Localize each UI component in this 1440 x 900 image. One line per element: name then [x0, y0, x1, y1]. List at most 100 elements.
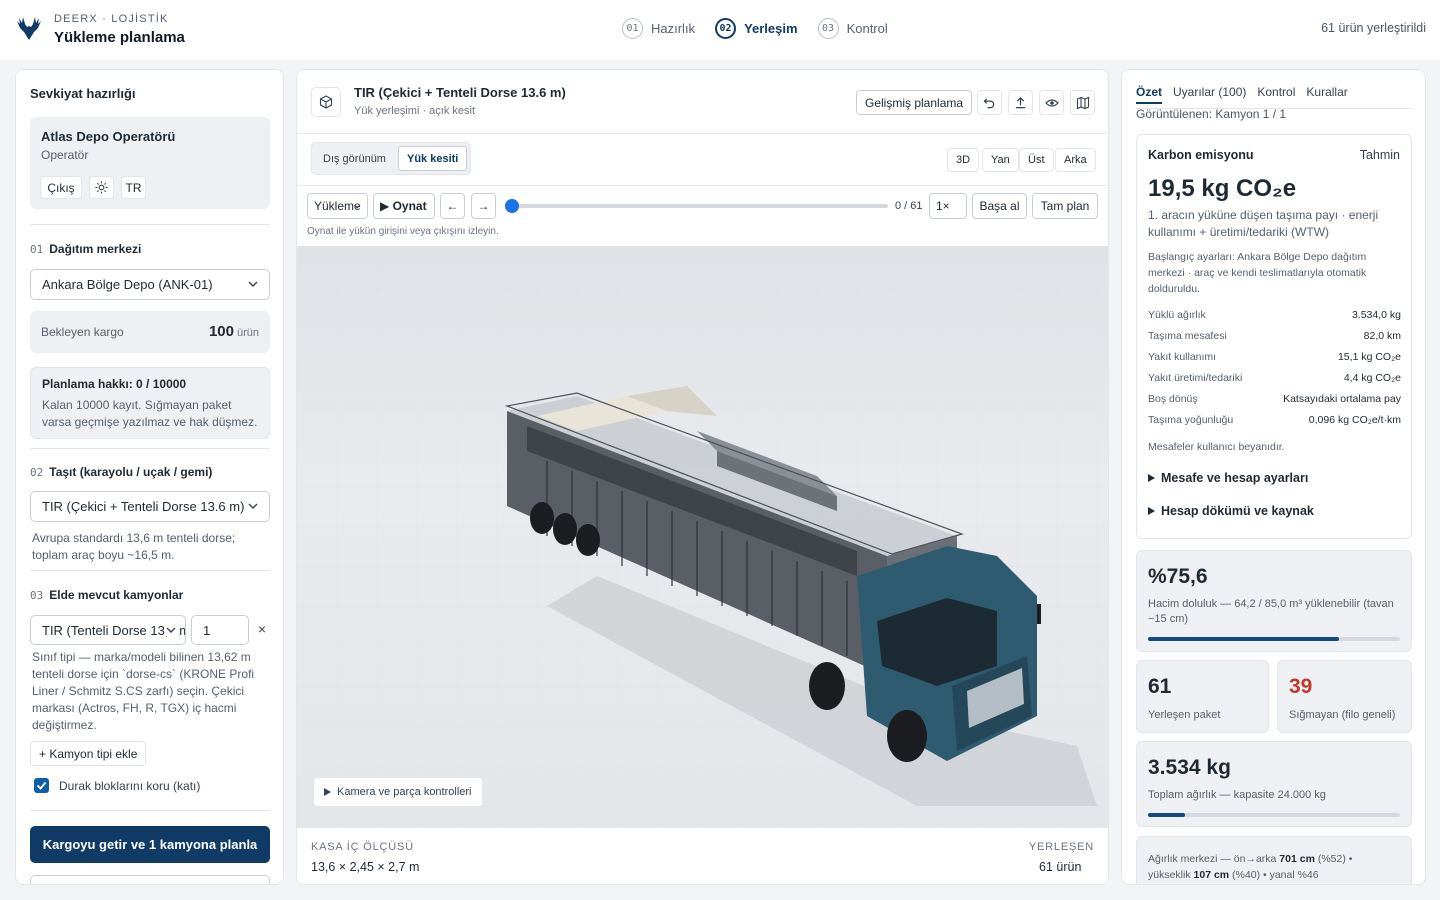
section-number: 02	[30, 466, 44, 479]
inner-dimensions-label: KASA İÇ ÖLÇÜSÜ	[311, 841, 414, 853]
carbon-row: Yüklü ağırlık 3.534,0 kg	[1148, 309, 1401, 321]
step-kontrol[interactable]: 03 Kontrol	[817, 18, 888, 39]
tab-warnings[interactable]: Uyarılar (100)	[1173, 85, 1246, 104]
section-label: Elde mevcut kamyonlar	[49, 588, 184, 602]
playback-slider[interactable]	[511, 204, 888, 208]
section-label: Taşıt (karayolu / uçak / gemi)	[49, 465, 213, 479]
tab-rules[interactable]: Kurallar	[1306, 85, 1347, 104]
cog-text: (%40) • yanal %46	[1229, 869, 1319, 881]
camera-controls-label: Kamera ve parça kontrolleri	[337, 786, 472, 798]
map-button[interactable]	[1070, 90, 1095, 115]
full-plan-button[interactable]: Tam plan	[1032, 193, 1098, 219]
language-button[interactable]: TR	[121, 176, 146, 199]
step-yerlesim[interactable]: 02 Yerleşim	[715, 18, 798, 39]
chevron-down-icon	[248, 281, 258, 287]
weight-bar-fill	[1148, 813, 1186, 817]
playback-slider-handle[interactable]	[505, 199, 519, 213]
undo-icon	[983, 98, 995, 109]
waiting-cargo-label: Bekleyen kargo	[41, 325, 124, 339]
divider	[30, 810, 270, 811]
truck-3d-render	[297, 246, 1108, 827]
exterior-view-option[interactable]: Dış görünüm	[315, 146, 394, 171]
deer-logo-icon	[17, 17, 41, 40]
play-button[interactable]: ▶ Oynat	[373, 193, 435, 219]
plan-quota-desc: Kalan 10000 kayıt. Sığmayan paket varsa …	[42, 398, 258, 429]
map-icon	[1076, 96, 1089, 109]
logout-button[interactable]: Çıkış	[40, 176, 82, 199]
vehicle-subtitle: Yük yerleşimi · açık kesit	[354, 105, 476, 117]
distribution-center-select[interactable]: Ankara Bölge Depo (ANK-01)	[30, 269, 270, 300]
cog-text: yükseklik	[1148, 869, 1194, 881]
view-top-button[interactable]: Üst	[1019, 148, 1054, 172]
operator-card: Atlas Depo Operatörü Operatör Çıkış TR	[30, 117, 270, 209]
volume-fill-desc: Hacim doluluk — 64,2 / 85,0 m³ yüklenebi…	[1148, 598, 1394, 625]
3d-viewport[interactable]	[297, 246, 1108, 827]
cog-height: 107 cm	[1193, 869, 1230, 881]
carbon-row: Yakıt kullanımı 15,1 kg CO₂e	[1148, 351, 1401, 363]
operator-role: Operatör	[41, 148, 89, 162]
carbon-estimate-tag: Tahmin	[1359, 148, 1400, 162]
center-of-gravity-card: Ağırlık merkezi — ön→arka 701 cm (%52) •…	[1136, 836, 1412, 884]
view-back-button[interactable]: Arka	[1055, 148, 1096, 172]
camera-controls-toggle[interactable]: Kamera ve parça kontrolleri	[313, 777, 483, 807]
section-trucks: 03 Elde mevcut kamyonlar	[30, 588, 183, 602]
cog-text: Ağırlık merkezi — ön→arka	[1148, 853, 1280, 865]
row-value: 15,1 kg CO₂e	[1337, 351, 1401, 363]
theme-toggle-button[interactable]	[89, 176, 114, 199]
divider	[30, 448, 270, 449]
triangle-right-icon	[1148, 507, 1155, 515]
plan-cargo-button[interactable]: Kargoyu getir ve 1 kamyona planla	[30, 826, 270, 863]
step-back-button[interactable]: ←	[440, 193, 465, 219]
placed-label: YERLEŞEN	[1028, 841, 1094, 853]
plan-quota-card: Planlama hakkı: 0 / 10000 Kalan 10000 ka…	[30, 367, 270, 439]
placed-value: 61 ürün	[1039, 860, 1082, 874]
view-side-button[interactable]: Yan	[982, 148, 1019, 172]
view-mode-toggle: Dış görünüm Yük kesiti	[311, 142, 472, 175]
carbon-init-note: Başlangıç ayarları: Ankara Bölge Depo da…	[1148, 251, 1367, 295]
step-forward-button[interactable]: →	[471, 193, 496, 219]
triangle-right-icon	[1148, 474, 1155, 482]
placed-summary: 61 ürün yerleştirildi	[1321, 21, 1426, 35]
brand-subtitle: DEERX · LOJİSTİK	[54, 13, 169, 25]
carbon-description: 1. aracın yüküne düşen taşıma payı · ene…	[1148, 208, 1379, 239]
playback-hint: Oynat ile yükün girişini veya çıkışını i…	[307, 226, 499, 237]
total-weight-value: 3.534 kg	[1148, 756, 1231, 779]
tab-check[interactable]: Kontrol	[1257, 85, 1295, 104]
playback-mode-select[interactable]: Yükleme	[307, 193, 368, 219]
view-3d-button[interactable]: 3D	[947, 148, 980, 172]
cube-icon	[319, 95, 333, 109]
row-key: Taşıma mesafesi	[1148, 330, 1227, 342]
waiting-unit: ürün	[236, 327, 259, 339]
select-value: Ankara Bölge Depo (ANK-01)	[42, 277, 213, 292]
keep-stop-blocks-checkbox[interactable]	[34, 778, 49, 793]
add-truck-type-button[interactable]: + Kamyon tipi ekle	[30, 741, 147, 766]
volume-fill-card: %75,6 Hacim doluluk — 64,2 / 85,0 m³ yük…	[1136, 550, 1412, 652]
vehicle-select[interactable]: TIR (Çekici + Tenteli Dorse 13.6 m)	[30, 491, 270, 522]
tab-summary[interactable]: Özet	[1136, 85, 1163, 104]
distance-settings-toggle[interactable]: Mesafe ve hesap ayarları	[1148, 471, 1308, 485]
divider	[30, 224, 270, 225]
step-hazirlik[interactable]: 01 Hazırlık	[622, 18, 695, 39]
cargo-section-option[interactable]: Yük kesiti	[397, 146, 468, 171]
remove-truck-button[interactable]: ×	[254, 621, 270, 637]
truck-helper: Sınıf tipi — marka/modeli bilinen 13,62 …	[32, 650, 255, 732]
reset-button[interactable]: Başa al	[972, 193, 1027, 219]
playback-counter: 0 / 61	[895, 200, 923, 212]
export-button[interactable]	[1008, 90, 1033, 115]
truck-type-select[interactable]: TIR (Tenteli Dorse 13,6 m)	[30, 615, 186, 645]
toggle-label: Hesap dökümü ve kaynak	[1161, 504, 1314, 518]
playback-speed-select[interactable]: 1×	[929, 193, 967, 219]
select-value: TIR (Çekici + Tenteli Dorse 13.6 m)	[42, 499, 245, 514]
total-weight-label: Toplam ağırlık — kapasite 24.000 kg	[1148, 789, 1326, 801]
carbon-note: Mesafeler kullanıcı beyanıdır.	[1148, 441, 1285, 453]
undo-plan-button[interactable]: Planı geri al — kargoyu bekleyene döndür	[30, 875, 270, 884]
advanced-planning-button[interactable]: Gelişmiş planlama	[856, 90, 973, 115]
step-label: Hazırlık	[651, 21, 696, 36]
truck-quantity-input[interactable]: 1	[191, 615, 249, 645]
unfit-packages-label: Sığmayan (filo geneli)	[1289, 709, 1396, 721]
undo-button[interactable]	[977, 90, 1002, 115]
preview-button[interactable]	[1039, 90, 1064, 115]
calc-breakdown-toggle[interactable]: Hesap dökümü ve kaynak	[1148, 504, 1314, 518]
section-label: Dağıtım merkezi	[49, 242, 142, 256]
section-distribution-center: 01 Dağıtım merkezi	[30, 242, 141, 256]
